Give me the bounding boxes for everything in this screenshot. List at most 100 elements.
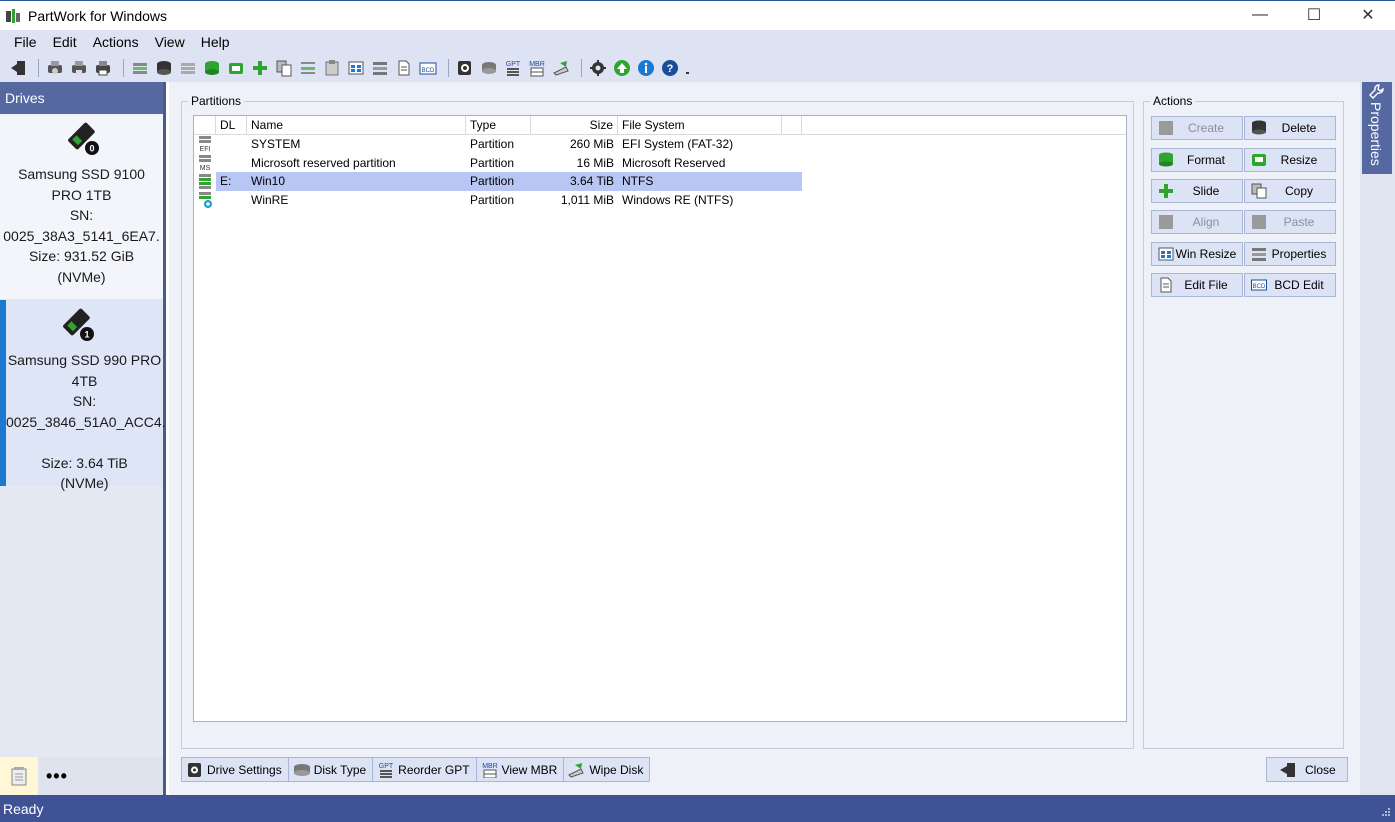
header-type[interactable]: Type xyxy=(466,116,531,134)
slide-button[interactable]: Slide xyxy=(1151,179,1243,203)
drives-header: Drives xyxy=(0,82,163,114)
paste-icon[interactable] xyxy=(322,58,342,78)
disk-icon[interactable] xyxy=(154,58,174,78)
resize-grip-icon[interactable] xyxy=(1381,804,1391,820)
format-icon[interactable] xyxy=(202,58,222,78)
print-setup-icon[interactable] xyxy=(69,58,89,78)
header-extra xyxy=(782,116,802,134)
edit-file-icon[interactable] xyxy=(394,58,414,78)
copy-label: Copy xyxy=(1284,184,1313,198)
menu-help[interactable]: Help xyxy=(193,34,238,50)
drive-serial: 0025_38A3_5141_6EA7. xyxy=(3,227,160,244)
minimize-button[interactable]: — xyxy=(1233,1,1287,29)
menu-edit[interactable]: Edit xyxy=(45,34,85,50)
help-icon[interactable]: ? xyxy=(660,58,680,78)
bcd-edit-icon: BCD xyxy=(1251,277,1267,293)
disk-type-button[interactable]: Disk Type xyxy=(287,757,374,782)
table-row-selected[interactable]: E: Win10 Partition 3.64 TiB NTFS xyxy=(194,172,1126,191)
create-button[interactable]: Create xyxy=(1151,116,1243,140)
header-name[interactable]: Name xyxy=(247,116,466,134)
svg-text:MS: MS xyxy=(200,165,211,172)
properties-icon[interactable] xyxy=(370,58,390,78)
align-label: Align xyxy=(1192,215,1220,229)
settings-icon[interactable] xyxy=(588,58,608,78)
cell-name: Win10 xyxy=(251,174,286,189)
drive-settings-icon xyxy=(186,762,204,778)
slide-icon[interactable] xyxy=(250,58,270,78)
exit-icon[interactable] xyxy=(8,58,28,78)
wipe-disk-icon[interactable] xyxy=(551,58,571,78)
svg-text:?: ? xyxy=(667,63,674,75)
reorder-gpt-button[interactable]: GPT Reorder GPT xyxy=(372,757,477,782)
cell-size: 1,011 MiB xyxy=(560,192,614,207)
toolbar-separator xyxy=(123,59,124,77)
drive-serial: 0025_3846_51A0_ACC4. xyxy=(6,413,166,430)
svg-text:BCD: BCD xyxy=(1253,284,1266,290)
create-icon xyxy=(1158,120,1174,136)
properties-tab[interactable]: Properties xyxy=(1362,82,1392,174)
close-button[interactable]: Close xyxy=(1266,757,1348,782)
view-mbr-icon[interactable]: MBR xyxy=(527,58,547,78)
chevron-down-icon[interactable] xyxy=(684,58,692,78)
bcd-edit-icon[interactable]: BCD xyxy=(418,58,438,78)
wipe-disk-button[interactable]: Wipe Disk xyxy=(563,757,651,782)
header-file-system[interactable]: File System xyxy=(618,116,782,134)
reorder-gpt-icon[interactable]: GPT xyxy=(503,58,523,78)
drive-spacer xyxy=(6,432,163,453)
resize-label: Resize xyxy=(1280,153,1318,167)
reorder-gpt-icon: GPT xyxy=(377,762,395,778)
disk-stack-icon[interactable] xyxy=(178,58,198,78)
drive-size: Size: 3.64 TiB xyxy=(41,454,128,471)
resize-icon[interactable] xyxy=(226,58,246,78)
efi-partition-icon: EFI xyxy=(194,135,216,153)
align-icon xyxy=(1158,214,1174,230)
maximize-button[interactable]: ☐ xyxy=(1287,1,1341,29)
menu-view[interactable]: View xyxy=(147,34,193,50)
cell-type: Partition xyxy=(470,137,515,152)
info-icon[interactable] xyxy=(636,58,656,78)
drive-card-selected[interactable]: 1 Samsung SSD 990 PRO 4TB SN: 0025_3846_… xyxy=(0,300,166,491)
svg-text:EFI: EFI xyxy=(200,146,211,153)
header-size[interactable]: Size xyxy=(531,116,618,134)
disk-list-icon[interactable] xyxy=(130,58,150,78)
more-button[interactable]: ••• xyxy=(46,766,68,787)
bcd-edit-button[interactable]: BCD BCD Edit xyxy=(1244,273,1336,297)
menu-actions[interactable]: Actions xyxy=(85,34,147,50)
align-icon[interactable] xyxy=(298,58,318,78)
table-row[interactable]: MS Microsoft reserved partition Partitio… xyxy=(194,154,1126,173)
win-resize-button[interactable]: Win Resize xyxy=(1151,242,1243,266)
header-dl[interactable]: DL xyxy=(216,116,247,134)
menu-file[interactable]: File xyxy=(6,34,45,50)
drive-settings-icon[interactable] xyxy=(455,58,475,78)
copy-button[interactable]: Copy xyxy=(1244,179,1336,203)
drive-card[interactable]: 0 Samsung SSD 9100 PRO 1TB SN: 0025_38A3… xyxy=(0,114,163,299)
close-window-button[interactable]: ✕ xyxy=(1341,1,1395,29)
copy-icon[interactable] xyxy=(274,58,294,78)
align-button[interactable]: Align xyxy=(1151,210,1243,234)
view-mbr-button[interactable]: MBR View MBR xyxy=(475,757,565,782)
window-controls: — ☐ ✕ xyxy=(1233,1,1395,29)
main-area: Partitions DL Name Type Size File System… xyxy=(169,82,1360,795)
update-icon[interactable] xyxy=(612,58,632,78)
drive-bus: (NVMe) xyxy=(57,268,106,285)
properties-button[interactable]: Properties xyxy=(1244,242,1336,266)
disk-type-icon[interactable] xyxy=(479,58,499,78)
resize-button[interactable]: Resize xyxy=(1244,148,1336,172)
table-row[interactable]: WinRE Partition 1,011 MiB Windows RE (NT… xyxy=(194,191,1126,210)
notepad-icon[interactable] xyxy=(0,757,38,795)
delete-button[interactable]: Delete xyxy=(1244,116,1336,140)
wipe-disk-icon xyxy=(568,762,586,778)
status-text: Ready xyxy=(3,801,44,817)
paste-button[interactable]: Paste xyxy=(1244,210,1336,234)
actions-group: Actions Create Delete Format Resize Slid… xyxy=(1143,94,1344,749)
drive-model: Samsung SSD 990 PRO xyxy=(7,352,162,368)
format-button[interactable]: Format xyxy=(1151,148,1243,172)
cell-type: Partition xyxy=(470,155,515,170)
edit-file-button[interactable]: Edit File xyxy=(1151,273,1243,297)
print-icon[interactable] xyxy=(93,58,113,78)
win-resize-icon[interactable] xyxy=(346,58,366,78)
cell-dl: E: xyxy=(220,174,232,189)
drive-settings-button[interactable]: Drive Settings xyxy=(181,757,289,782)
print-preview-icon[interactable] xyxy=(45,58,65,78)
table-row[interactable]: EFI SYSTEM Partition 260 MiB EFI System … xyxy=(194,135,1126,154)
